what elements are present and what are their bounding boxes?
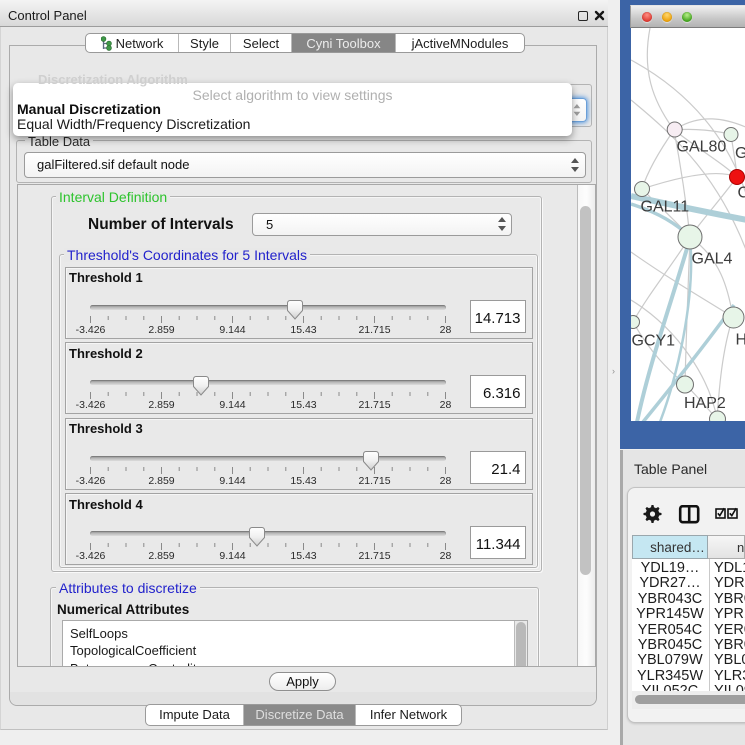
svg-text:HI: HI	[736, 332, 745, 349]
svg-text:CD: CD	[738, 185, 745, 202]
svg-text:GAL4: GAL4	[692, 251, 733, 268]
svg-text:GAL80: GAL80	[677, 139, 727, 156]
svg-text:GAL11: GAL11	[641, 199, 690, 216]
svg-text:GA: GA	[735, 145, 745, 162]
svg-text:GCY1: GCY1	[632, 333, 676, 350]
svg-text:HAP2: HAP2	[684, 395, 726, 412]
